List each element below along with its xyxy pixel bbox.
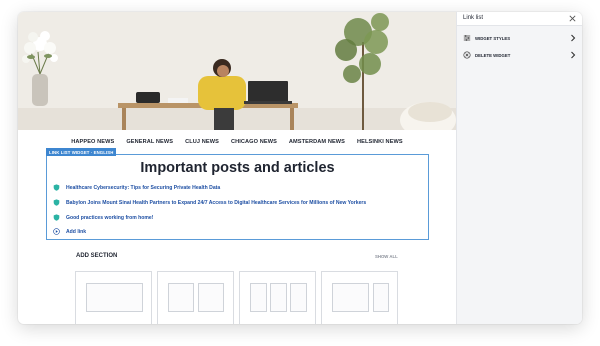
link-item[interactable]: Babylon Joins Mount Sinai Health Partner… bbox=[53, 199, 366, 206]
template-column bbox=[332, 283, 369, 312]
template-three-columns[interactable] bbox=[239, 271, 316, 324]
template-column bbox=[168, 283, 194, 312]
nav-item-helsinki-news[interactable]: HELSINKI NEWS bbox=[357, 139, 403, 145]
section-templates bbox=[75, 271, 399, 324]
nav-item-amsterdam-news[interactable]: AMSTERDAM NEWS bbox=[289, 139, 345, 145]
app-window: HAPPEO NEWS GENERAL NEWS CLUJ NEWS CHICA… bbox=[18, 12, 582, 324]
link-label[interactable]: Good practices working from home! bbox=[66, 215, 153, 221]
widget-title: Important posts and articles bbox=[140, 160, 335, 176]
show-all-link[interactable]: SHOW ALL bbox=[375, 254, 398, 259]
add-section-title: ADD SECTION bbox=[76, 253, 118, 259]
template-column bbox=[373, 283, 389, 312]
shield-icon bbox=[53, 199, 60, 206]
link-item[interactable]: Healthcare Cybersecurity: Tips for Secur… bbox=[53, 184, 220, 191]
hero-illustration bbox=[18, 12, 456, 130]
link-label[interactable]: Babylon Joins Mount Sinai Health Partner… bbox=[66, 200, 366, 206]
nav-item-happeo-news[interactable]: HAPPEO NEWS bbox=[71, 139, 114, 145]
template-column bbox=[86, 283, 143, 312]
template-column bbox=[198, 283, 224, 312]
nav-item-cluj-news[interactable]: CLUJ NEWS bbox=[185, 139, 219, 145]
link-label[interactable]: Healthcare Cybersecurity: Tips for Secur… bbox=[66, 185, 220, 191]
panel-header: Link list bbox=[457, 12, 582, 26]
link-item[interactable]: Good practices working from home! bbox=[53, 214, 153, 221]
link-list-widget[interactable]: LINK LIST WIDGET · ENGLISH Important pos… bbox=[46, 148, 429, 240]
sliders-icon bbox=[463, 35, 471, 41]
widget-settings-panel: Link list WIDGET STYLES DELETE WIDGET bbox=[456, 12, 582, 324]
nav-item-general-news[interactable]: GENERAL NEWS bbox=[126, 139, 173, 145]
widget-tag: LINK LIST WIDGET · ENGLISH bbox=[46, 148, 117, 156]
template-column bbox=[270, 283, 287, 312]
nav-item-chicago-news[interactable]: CHICAGO NEWS bbox=[231, 139, 277, 145]
chevron-right-icon bbox=[571, 51, 576, 59]
panel-item-label: WIDGET STYLES bbox=[475, 35, 511, 41]
laptop bbox=[244, 81, 292, 104]
template-wide-narrow[interactable] bbox=[321, 271, 398, 324]
template-two-columns[interactable] bbox=[157, 271, 234, 324]
panel-item-delete-widget[interactable]: DELETE WIDGET bbox=[457, 49, 582, 61]
add-link-button[interactable]: Add link bbox=[53, 228, 86, 235]
add-link-label[interactable]: Add link bbox=[66, 229, 86, 235]
close-icon[interactable] bbox=[568, 14, 577, 23]
chevron-right-icon bbox=[571, 34, 576, 42]
shield-icon bbox=[53, 184, 60, 191]
add-circle-icon bbox=[53, 228, 60, 235]
template-column bbox=[250, 283, 267, 312]
delete-circle-icon bbox=[463, 51, 471, 59]
shield-icon bbox=[53, 214, 60, 221]
hero-image bbox=[18, 12, 456, 130]
panel-item-widget-styles[interactable]: WIDGET STYLES bbox=[457, 32, 582, 44]
panel-item-label: DELETE WIDGET bbox=[475, 52, 511, 58]
template-one-column[interactable] bbox=[75, 271, 152, 324]
panel-title: Link list bbox=[463, 15, 484, 21]
template-column bbox=[290, 283, 307, 312]
